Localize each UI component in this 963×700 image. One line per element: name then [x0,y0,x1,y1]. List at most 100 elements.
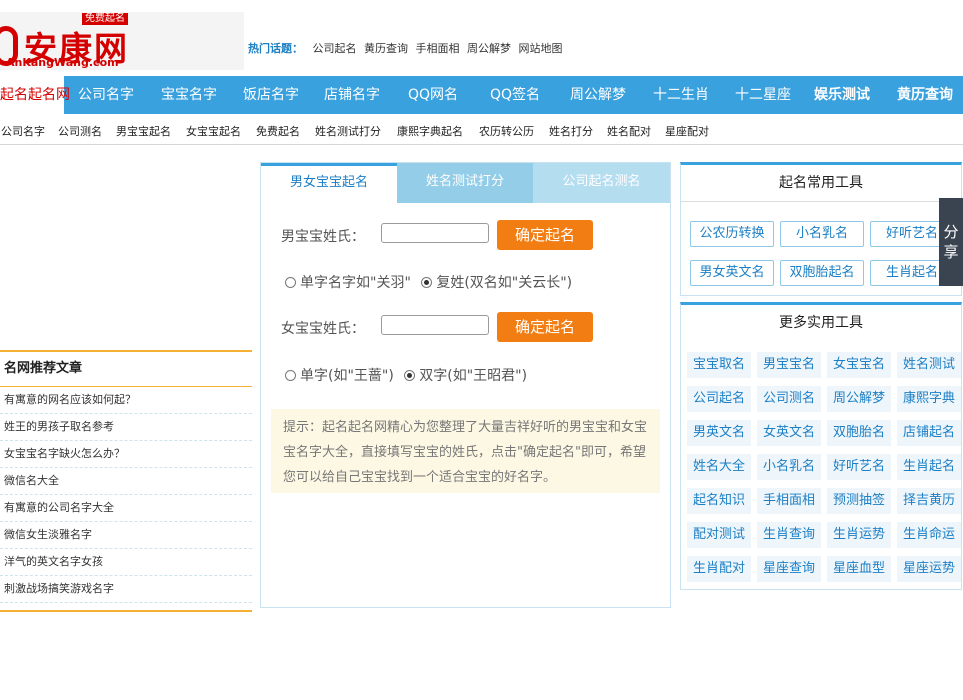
boy-option-single[interactable]: 单字名字如"关羽" [285,275,411,291]
tool-button[interactable]: 公农历转换 [690,221,774,247]
hot-topics: 热门话题： 公司起名 黄历查询 手相面相 周公解梦 网站地图 [248,40,567,56]
more-tool-link[interactable]: 星座血型 [827,556,891,582]
more-tool-link[interactable]: 生肖查询 [757,522,821,548]
girl-option-single-label: 单字(如"王蔷") [300,368,394,384]
site-logo[interactable]: 安康网 免费起名 AnKangWang.com [0,12,244,70]
hot-link[interactable]: 网站地图 [519,42,563,55]
article-link[interactable]: 有寓意的公司名字大全 [0,495,252,522]
sub-nav-item[interactable]: 公司测名 [58,123,102,139]
articles-title: 名网推荐文章 [0,352,252,387]
more-tool-link[interactable]: 配对测试 [687,522,751,548]
more-tool-link[interactable]: 公司起名 [687,386,751,412]
nav-item-home[interactable]: 起名起名网 [0,76,70,114]
more-tool-link[interactable]: 周公解梦 [827,386,891,412]
tool-button[interactable]: 双胞胎起名 [780,260,864,286]
hot-link[interactable]: 黄历查询 [364,42,408,55]
more-tool-link[interactable]: 生肖命运 [897,522,961,548]
article-link[interactable]: 刺激战场搞笑游戏名字 [0,576,252,603]
nav-item-company-name[interactable]: 公司名字 [78,76,134,114]
girl-option-double[interactable]: 双字(如"王昭君") [404,368,527,384]
nav-item-fun-test[interactable]: 娱乐测试 [814,76,870,114]
more-tool-link[interactable]: 手相面相 [757,488,821,514]
article-link[interactable]: 微信名大全 [0,468,252,495]
nav-item-restaurant-name[interactable]: 饭店名字 [243,76,299,114]
nav-item-zodiac[interactable]: 十二生肖 [653,76,709,114]
article-link[interactable]: 微信女生淡雅名字 [0,522,252,549]
hot-link[interactable]: 周公解梦 [467,42,511,55]
more-tool-link[interactable]: 起名知识 [687,488,751,514]
recommended-articles: 名网推荐文章 有寓意的网名应该如何起？ 姓王的男孩子取名参考 女宝宝名字缺火怎么… [0,350,252,612]
girl-option-single[interactable]: 单字(如"王蔷") [285,368,394,384]
more-tool-link[interactable]: 女宝宝名 [827,352,891,378]
nav-item-qq-nickname[interactable]: QQ网名 [408,76,458,114]
nav-item-almanac[interactable]: 黄历查询 [897,76,953,114]
tab-baby-naming[interactable]: 男女宝宝起名 [261,163,397,203]
sub-nav-item[interactable]: 男宝宝起名 [116,123,171,139]
girl-surname-input[interactable] [381,315,489,335]
girl-surname-label: 女宝宝姓氏： [281,321,365,337]
nav-item-qq-signature[interactable]: QQ签名 [490,76,540,114]
girl-option-row: 单字(如"王蔷") 双字(如"王昭君") [285,365,527,385]
hot-link[interactable]: 手相面相 [416,42,460,55]
main-nav: 起名起名网 公司名字 宝宝名字 饭店名字 店铺名字 QQ网名 QQ签名 周公解梦… [0,76,963,114]
nav-item-dream[interactable]: 周公解梦 [570,76,626,114]
share-tab[interactable]: 分享 [939,198,963,286]
sub-nav-item[interactable]: 姓名测试打分 [315,123,381,139]
sub-nav-item[interactable]: 星座配对 [665,123,709,139]
hot-link[interactable]: 公司起名 [313,42,357,55]
more-tools-panel: 更多实用工具 宝宝取名 男宝宝名 女宝宝名 姓名测试 公司起名 公司测名 周公解梦 康熙字典男… [680,302,962,590]
sub-nav-item[interactable]: 康熙字典起名 [397,123,463,139]
girl-option-double-label: 双字(如"王昭君") [419,368,528,384]
more-tool-link[interactable]: 好听艺名 [827,454,891,480]
more-tool-link[interactable]: 公司测名 [757,386,821,412]
more-tool-link[interactable]: 店铺起名 [897,420,961,446]
radio-checked-icon [421,277,433,288]
more-tool-link[interactable]: 小名乳名 [757,454,821,480]
radio-unchecked-icon [285,370,296,381]
radio-checked-icon [404,370,416,381]
nav-item-shop-name[interactable]: 店铺名字 [324,76,380,114]
more-tool-link[interactable]: 双胞胎名 [827,420,891,446]
tab-name-scoring[interactable]: 姓名测试打分 [397,163,533,203]
more-tool-link[interactable]: 择吉黄历 [897,488,961,514]
boy-option-double[interactable]: 复姓(双名如"关云长") [421,275,572,291]
more-tool-link[interactable]: 星座运势 [897,556,961,582]
tool-button[interactable]: 男女英文名 [690,260,774,286]
more-tool-link[interactable]: 宝宝取名 [687,352,751,378]
nav-item-baby-name[interactable]: 宝宝名字 [161,76,217,114]
more-tool-link[interactable]: 男英文名 [687,420,751,446]
sub-nav-item[interactable]: 农历转公历 [479,123,534,139]
sub-nav-item[interactable]: 免费起名 [256,123,300,139]
sub-nav: 公司名字 公司测名 男宝宝起名 女宝宝起名 免费起名 姓名测试打分 康熙字典起名… [0,114,963,145]
more-tool-link[interactable]: 男宝宝名 [757,352,821,378]
boy-option-double-label: 复姓(双名如"关云长") [436,275,573,291]
more-tool-link[interactable]: 姓名大全 [687,454,751,480]
girl-submit-button[interactable]: 确定起名 [497,312,593,342]
logo-domain: AnKangWang.com [6,56,119,69]
article-link[interactable]: 有寓意的网名应该如何起？ [0,387,252,414]
common-tools-title: 起名常用工具 [681,165,961,202]
naming-form: 男女宝宝起名 姓名测试打分 公司起名测名 男宝宝姓氏： 确定起名 单字名字如"关… [260,162,671,608]
sub-nav-item[interactable]: 女宝宝起名 [186,123,241,139]
sub-nav-item[interactable]: 姓名配对 [607,123,651,139]
radio-unchecked-icon [285,277,296,288]
more-tool-link[interactable]: 生肖运势 [827,522,891,548]
article-link[interactable]: 洋气的英文名字女孩 [0,549,252,576]
more-tool-link[interactable]: 生肖起名 [897,454,961,480]
more-tool-link[interactable]: 女英文名 [757,420,821,446]
more-tool-link[interactable]: 生肖配对 [687,556,751,582]
more-tool-link[interactable]: 预测抽签 [827,488,891,514]
article-link[interactable]: 姓王的男孩子取名参考 [0,414,252,441]
article-link[interactable]: 女宝宝名字缺火怎么办？ [0,441,252,468]
boy-submit-button[interactable]: 确定起名 [497,220,593,250]
more-tool-link[interactable]: 姓名测试 [897,352,961,378]
more-tool-link[interactable]: 星座查询 [757,556,821,582]
tool-button[interactable]: 小名乳名 [780,221,864,247]
tab-company-naming[interactable]: 公司起名测名 [533,163,670,203]
sub-nav-item[interactable]: 公司名字 [1,123,45,139]
form-tabs: 男女宝宝起名 姓名测试打分 公司起名测名 [261,163,670,203]
boy-surname-input[interactable] [381,223,489,243]
sub-nav-item[interactable]: 姓名打分 [549,123,593,139]
nav-item-constellation[interactable]: 十二星座 [735,76,791,114]
more-tool-link[interactable]: 康熙字典 [897,386,961,412]
